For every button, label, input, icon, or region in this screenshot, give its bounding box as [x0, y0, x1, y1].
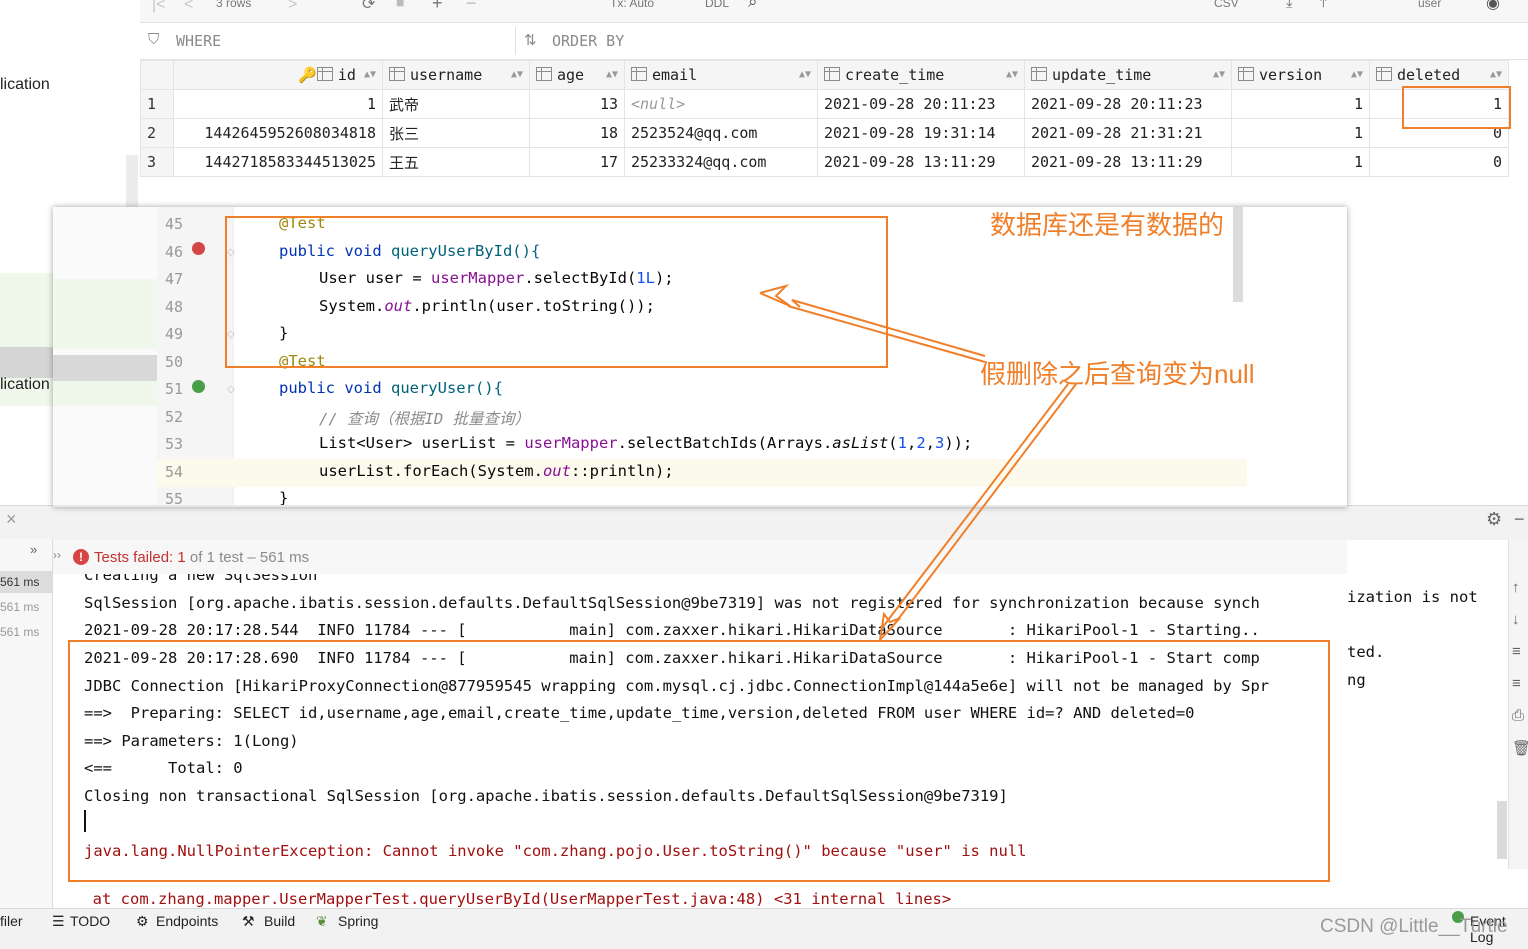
- arrow-to-code-shaft: [787, 305, 986, 363]
- arrow-to-code: [791, 299, 986, 357]
- annotation-arrows: [759, 284, 1077, 641]
- arrow-to-console: [889, 383, 1077, 631]
- arrow-to-console-shaft: [881, 383, 1069, 629]
- arrow-to-code-head: [759, 284, 791, 307]
